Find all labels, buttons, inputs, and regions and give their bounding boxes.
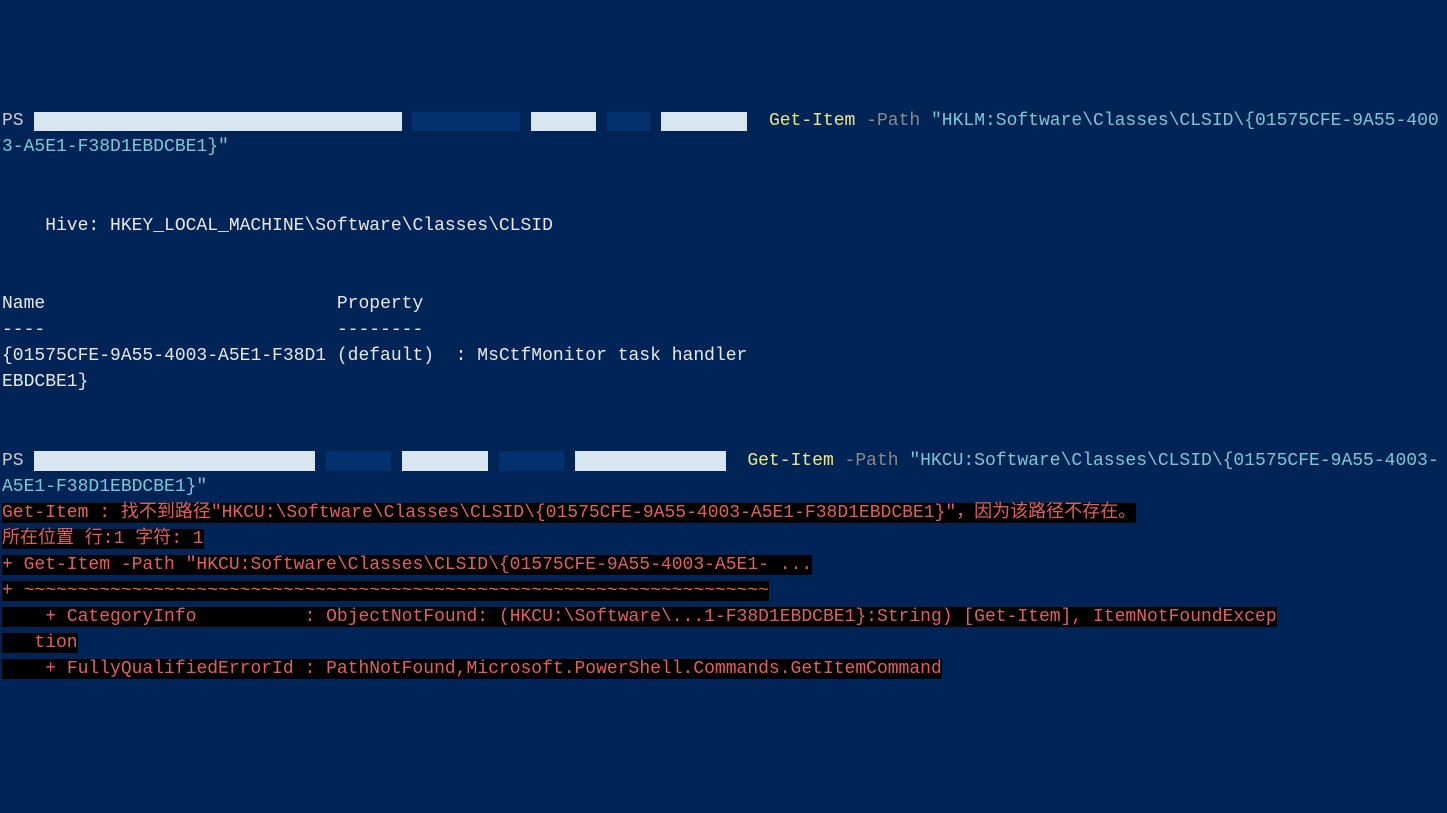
col-header-property: Property (337, 294, 423, 314)
error-snippet: + Get-Item -Path "HKCU:Software\Classes\… (2, 555, 812, 575)
reg-row-line2: EBDCBE1} (2, 372, 88, 392)
cmdlet-name: Get-Item (747, 451, 833, 471)
prompt-ps: PS (2, 111, 34, 131)
error-category-cont: tion (2, 633, 78, 653)
col-dash: -------- (337, 320, 423, 340)
redacted-path (34, 112, 401, 132)
error-message: Get-Item : 找不到路径"HKCU:\Software\Classes\… (2, 503, 1136, 523)
redacted-path (34, 451, 315, 471)
redacted-path (575, 451, 726, 471)
redacted-path (661, 112, 747, 132)
cmdlet-param: -Path (834, 451, 910, 471)
redacted-path (326, 451, 391, 471)
cmdlet-name: Get-Item (769, 111, 855, 131)
hive-line: Hive: HKEY_LOCAL_MACHINE\Software\Classe… (2, 216, 553, 236)
redacted-path (531, 112, 596, 132)
cmdlet-param: -Path (855, 111, 931, 131)
redacted-path (607, 112, 650, 132)
prompt-ps: PS (2, 451, 34, 471)
error-underline: + ~~~~~~~~~~~~~~~~~~~~~~~~~~~~~~~~~~~~~~… (2, 581, 769, 601)
reg-row-line1: {01575CFE-9A55-4003-A5E1-F38D1 (default)… (2, 346, 747, 366)
col-dash: ---- (2, 320, 45, 340)
terminal-output[interactable]: PS Get-Item -Path "HKLM:Software\Classes… (2, 108, 1445, 682)
col-header-name: Name (2, 294, 45, 314)
redacted-path (499, 451, 564, 471)
redacted-path (402, 451, 488, 471)
error-position: 所在位置 行:1 字符: 1 (2, 529, 204, 549)
error-category: + CategoryInfo : ObjectNotFound: (HKCU:\… (2, 607, 1277, 627)
redacted-path (412, 112, 520, 132)
error-qualified-id: + FullyQualifiedErrorId : PathNotFound,M… (2, 659, 942, 679)
